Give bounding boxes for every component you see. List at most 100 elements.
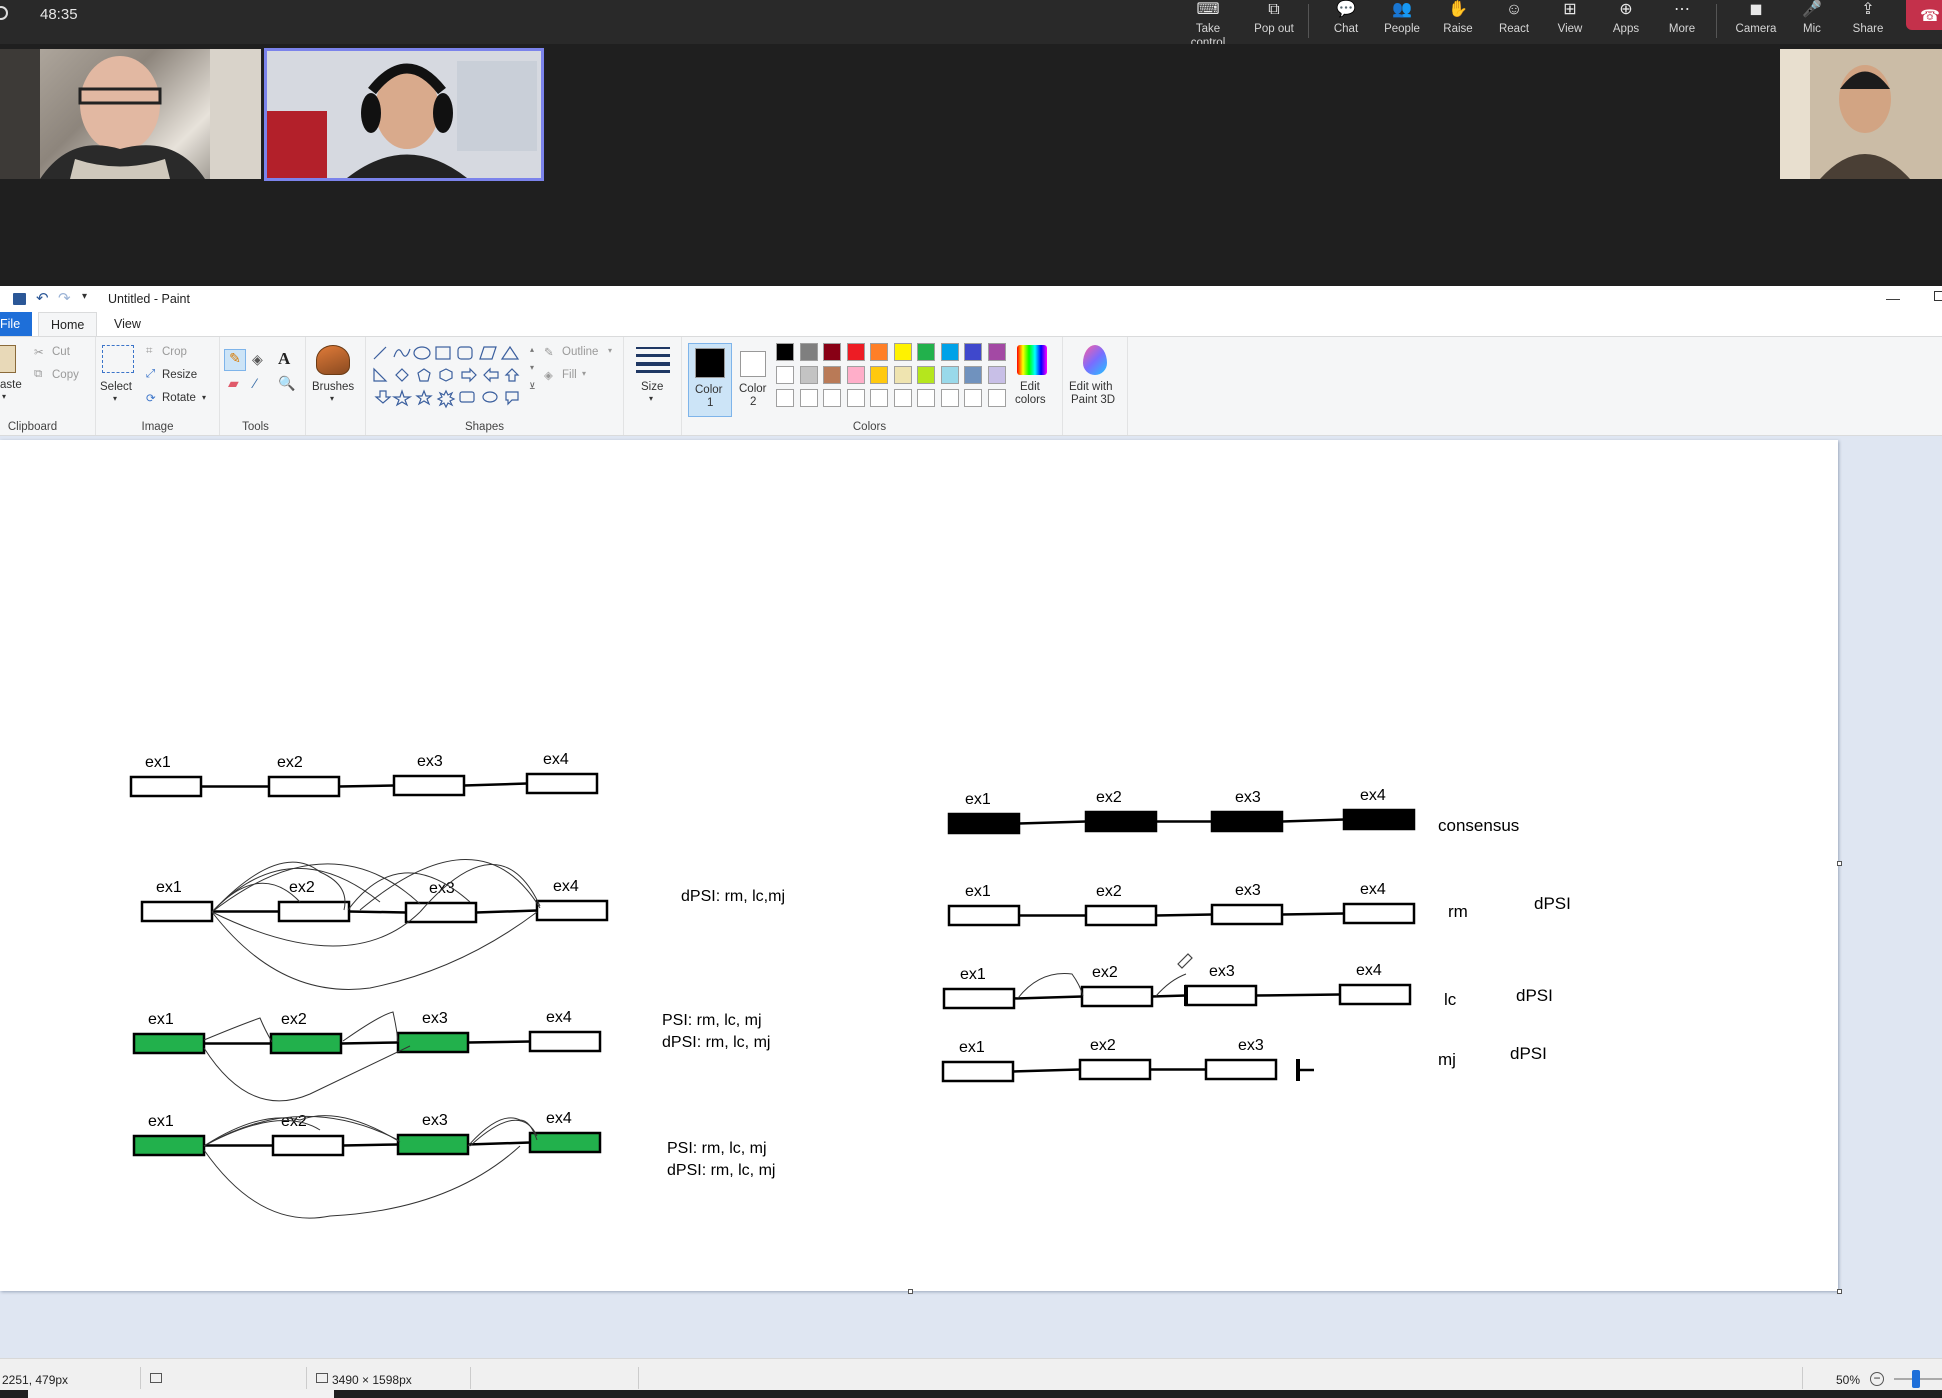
more-button[interactable]: ⋯ More xyxy=(1654,0,1710,44)
shapes-scroll-up-icon[interactable]: ▴ xyxy=(530,345,534,354)
paint3d-line2[interactable]: Paint 3D xyxy=(1071,394,1115,406)
palette-swatch[interactable] xyxy=(987,343,1006,361)
participant-video-2[interactable] xyxy=(264,48,544,181)
brushes-button[interactable]: Brushes xyxy=(312,381,354,393)
paste-button[interactable]: aste xyxy=(0,379,22,391)
leave-call-button[interactable]: ☎ xyxy=(1906,0,1942,30)
quick-access-dropdown-icon[interactable]: ▾ xyxy=(82,291,87,302)
palette-swatch[interactable] xyxy=(940,389,959,407)
size-dropdown-icon[interactable]: ▾ xyxy=(649,394,653,403)
select-dropdown-icon[interactable]: ▾ xyxy=(113,394,117,403)
palette-swatch[interactable] xyxy=(846,389,865,407)
take-control-button[interactable]: ⌨ Take control xyxy=(1180,0,1236,49)
react-button[interactable]: ☺ React xyxy=(1486,0,1542,44)
palette-swatch[interactable] xyxy=(940,366,959,384)
palette-swatch[interactable] xyxy=(987,366,1006,384)
palette-swatch[interactable] xyxy=(846,343,865,361)
palette-swatch[interactable] xyxy=(799,343,818,361)
color2-label[interactable]: Color xyxy=(739,383,766,395)
eraser-tool-icon[interactable]: ▰ xyxy=(228,375,239,392)
palette-swatch[interactable] xyxy=(893,366,912,384)
redo-icon[interactable]: ↷ xyxy=(58,289,71,307)
drawing-canvas[interactable]: ex1 ex2 ex3 ex4 ex1 ex2 ex3 ex4 ex1 ex2 ex3 ex4 ex1 e… xyxy=(0,440,1838,1291)
outline-button[interactable]: Outline xyxy=(562,346,598,358)
palette-swatch[interactable] xyxy=(823,389,841,407)
color-picker-tool-icon[interactable]: ⁄ xyxy=(254,375,256,391)
palette-swatch[interactable] xyxy=(870,343,888,361)
palette-swatch[interactable] xyxy=(823,343,841,361)
paste-dropdown-icon[interactable]: ▾ xyxy=(2,392,6,401)
palette-swatch[interactable] xyxy=(846,366,865,384)
palette-swatch[interactable] xyxy=(917,389,935,407)
edit-colors-line1[interactable]: Edit xyxy=(1020,381,1040,393)
maximize-button[interactable] xyxy=(1934,291,1942,301)
color1-button[interactable]: Color 1 xyxy=(688,343,732,417)
shapes-gallery[interactable] xyxy=(372,345,532,409)
paint3d-icon[interactable] xyxy=(1083,345,1107,375)
select-button[interactable]: Select xyxy=(100,381,132,393)
undo-icon[interactable]: ↶ xyxy=(36,289,49,307)
palette-swatch[interactable] xyxy=(870,366,888,384)
palette-swatch[interactable] xyxy=(893,389,912,407)
canvas-resize-handle-bottom[interactable] xyxy=(908,1289,913,1294)
rotate-dropdown-icon[interactable]: ▾ xyxy=(202,393,206,402)
brushes-dropdown-icon[interactable]: ▾ xyxy=(330,394,334,403)
select-icon[interactable] xyxy=(102,345,134,373)
canvas-resize-handle-corner[interactable] xyxy=(1837,1289,1842,1294)
brushes-icon[interactable] xyxy=(316,345,350,375)
edit-colors-icon[interactable] xyxy=(1017,345,1047,375)
view-button[interactable]: ⊞ View xyxy=(1542,0,1598,44)
palette-swatch[interactable] xyxy=(917,343,935,361)
palette-swatch[interactable] xyxy=(987,389,1006,407)
text-tool-icon[interactable]: A xyxy=(278,349,290,369)
palette-swatch[interactable] xyxy=(940,343,959,361)
copy-button[interactable]: Copy xyxy=(52,369,79,381)
paint3d-line1[interactable]: Edit with xyxy=(1069,381,1112,393)
rotate-button[interactable]: Rotate xyxy=(162,392,196,404)
palette-swatch[interactable] xyxy=(870,389,888,407)
pop-out-button[interactable]: ⧉ Pop out xyxy=(1246,0,1302,44)
share-button[interactable]: ⇪ Share xyxy=(1840,0,1896,44)
palette-swatch[interactable] xyxy=(964,366,982,384)
camera-button[interactable]: ◼ Camera xyxy=(1728,0,1784,44)
chat-button[interactable]: 💬 Chat xyxy=(1318,0,1374,44)
color2-swatch[interactable] xyxy=(740,351,766,377)
shapes-scroll-down-icon[interactable]: ▾ xyxy=(530,363,534,372)
zoom-slider-thumb[interactable] xyxy=(1912,1370,1920,1388)
edit-colors-line2[interactable]: colors xyxy=(1015,394,1046,406)
canvas-resize-handle-right[interactable] xyxy=(1837,861,1842,866)
participant-video-3[interactable] xyxy=(1780,49,1942,179)
palette-swatch[interactable] xyxy=(964,389,982,407)
palette-swatch[interactable] xyxy=(964,343,982,361)
crop-button[interactable]: Crop xyxy=(162,346,187,358)
size-icon[interactable] xyxy=(636,347,670,373)
mic-button[interactable]: 🎤 Mic xyxy=(1784,0,1840,44)
raise-button[interactable]: ✋ Raise xyxy=(1430,0,1486,44)
fill-dropdown-icon[interactable]: ▾ xyxy=(582,369,586,378)
palette-swatch[interactable] xyxy=(823,366,841,384)
save-icon[interactable] xyxy=(13,293,26,305)
people-button[interactable]: 👥 People xyxy=(1374,0,1430,44)
tab-home[interactable]: Home xyxy=(38,312,98,337)
paste-icon[interactable] xyxy=(0,345,16,373)
palette-swatch[interactable] xyxy=(776,389,794,407)
palette-swatch[interactable] xyxy=(893,343,912,361)
palette-swatch[interactable] xyxy=(776,366,794,384)
fill-button[interactable]: Fill xyxy=(562,369,577,381)
magnifier-tool-icon[interactable]: 🔍 xyxy=(278,375,295,392)
apps-button[interactable]: ⊕ Apps xyxy=(1598,0,1654,44)
shapes-expand-icon[interactable]: ⊻ xyxy=(529,381,536,392)
fill-tool-icon[interactable]: ◈ xyxy=(252,351,263,368)
pencil-tool-icon[interactable]: ✎ xyxy=(224,349,246,371)
tab-file[interactable]: File xyxy=(0,312,33,336)
palette-swatch[interactable] xyxy=(799,389,818,407)
tab-view[interactable]: View xyxy=(102,312,153,336)
outline-dropdown-icon[interactable]: ▾ xyxy=(608,346,612,355)
zoom-out-button[interactable]: − xyxy=(1870,1372,1884,1386)
participant-video-1[interactable] xyxy=(0,49,261,179)
minimize-button[interactable]: — xyxy=(1886,290,1900,306)
resize-button[interactable]: Resize xyxy=(162,369,197,381)
palette-swatch[interactable] xyxy=(776,343,794,361)
size-button[interactable]: Size xyxy=(641,381,663,393)
cut-button[interactable]: Cut xyxy=(52,346,70,358)
